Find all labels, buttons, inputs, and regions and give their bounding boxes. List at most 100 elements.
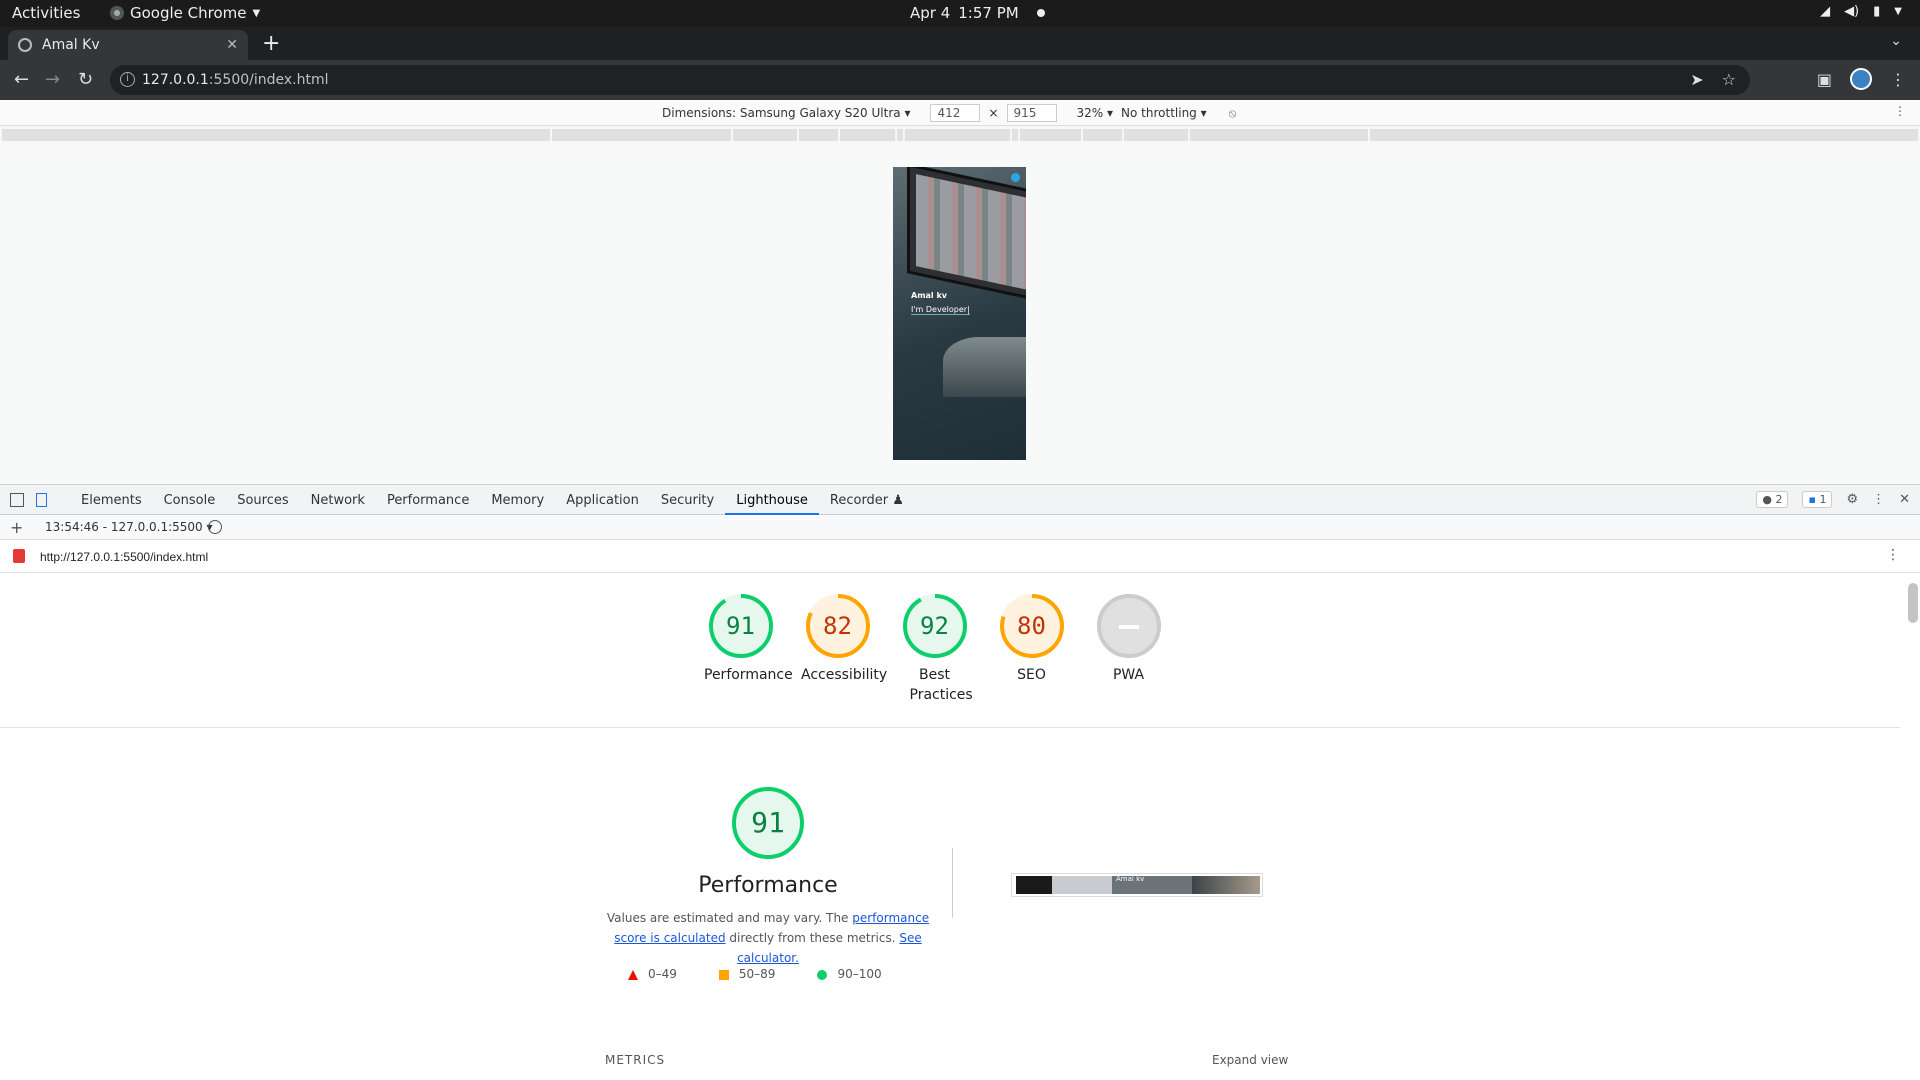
send-icon[interactable]: ➤: [1690, 70, 1703, 89]
score-label: PWA: [1112, 667, 1145, 683]
performance-section: 91 Performance Values are estimated and …: [598, 785, 938, 968]
clear-icon[interactable]: [208, 520, 222, 534]
devtools-tab-sources[interactable]: Sources: [226, 485, 299, 515]
url-path: :5500/index.html: [208, 72, 329, 88]
device-toggle-icon[interactable]: [36, 493, 47, 507]
gauge-accessibility[interactable]: 82 Accessibility: [801, 593, 888, 705]
app-menu[interactable]: Google Chrome ▼: [110, 4, 260, 22]
date: Apr 4: [910, 4, 951, 22]
score-value: 80: [1017, 612, 1046, 640]
devtools-tab-elements[interactable]: Elements: [70, 485, 153, 515]
battery-icon: ▮: [1873, 4, 1881, 19]
app-name: Google Chrome: [130, 4, 247, 22]
device-dimensions-select[interactable]: Dimensions: Samsung Galaxy S20 Ultra ▾: [662, 106, 910, 120]
forward-icon[interactable]: →: [45, 69, 60, 90]
info-icon[interactable]: i: [120, 72, 135, 87]
circle-icon: [817, 969, 828, 980]
devtools-tab-lighthouse[interactable]: Lighthouse: [725, 485, 819, 515]
experiment-icon: ♟: [888, 493, 904, 508]
device-viewport: Amal kv I'm Developer|: [0, 146, 1920, 484]
devtools-tab-performance[interactable]: Performance: [376, 485, 480, 515]
devtools-tab-memory[interactable]: Memory: [480, 485, 555, 515]
reload-icon[interactable]: ↻: [78, 69, 93, 90]
hero-name: Amal kv: [911, 291, 947, 300]
inspect-element-icon[interactable]: [10, 493, 24, 507]
hero-role: I'm Developer|: [911, 305, 970, 315]
score-value: 92: [920, 612, 949, 640]
bookmark-star-icon[interactable]: ☆: [1722, 70, 1736, 89]
performance-gauge: 91: [730, 785, 806, 861]
devtools-tab-console[interactable]: Console: [153, 485, 227, 515]
width-input[interactable]: 412: [930, 104, 981, 122]
side-panel-icon[interactable]: ▣: [1817, 70, 1832, 89]
caret-down-icon: ▼: [252, 7, 261, 19]
system-top-bar: Activities Google Chrome ▼ Apr 4 1:57 PM…: [0, 0, 1920, 27]
performance-title: Performance: [698, 873, 838, 898]
screenshot-thumbnail[interactable]: Amal kv: [1011, 873, 1263, 897]
profile-avatar[interactable]: [1850, 68, 1872, 90]
address-bar[interactable]: i 127.0.0.1:5500/index.html ➤ ☆: [110, 65, 1750, 95]
lighthouse-report: 91 Performance 82 Accessibility 92 Best Pract…: [0, 573, 1920, 1080]
time: 1:57 PM: [958, 4, 1019, 22]
devtools-tab-network[interactable]: Network: [300, 485, 376, 515]
devtools-tab-bar: Elements Console Sources Network Performance…: [0, 484, 1920, 515]
device-options-kebab-icon[interactable]: ⋮: [1894, 104, 1906, 118]
tab-search-icon[interactable]: ⌄: [1890, 33, 1902, 49]
performance-score: 91: [751, 806, 785, 839]
activities-button[interactable]: Activities: [12, 4, 80, 22]
new-tab-button[interactable]: +: [262, 31, 280, 56]
score-value: 82: [823, 612, 852, 640]
close-devtools-icon[interactable]: ✕: [1899, 492, 1910, 507]
hero-image: [907, 167, 1026, 301]
tab-title: Amal Kv: [42, 37, 100, 53]
globe-icon: [18, 38, 32, 52]
lighthouse-toolbar: + 13:54:46 - 127.0.0.1:5500 ▾: [0, 515, 1920, 540]
lighthouse-icon: [13, 549, 25, 563]
score-label: Accessibility: [801, 667, 888, 683]
devtools-kebab-icon[interactable]: ⋮: [1872, 492, 1885, 507]
gauge-best-practices[interactable]: 92 Best Practices: [898, 593, 973, 705]
toolbar: ← → ↻ i 127.0.0.1:5500/index.html ➤ ☆ ▣ …: [0, 60, 1920, 100]
gauge-seo[interactable]: 80 SEO: [995, 593, 1068, 705]
expand-view-button[interactable]: Expand view: [1212, 1053, 1288, 1067]
url-host: 127.0.0.1: [142, 72, 209, 88]
gauge-performance[interactable]: 91 Performance: [704, 593, 793, 705]
gauge-pwa[interactable]: PWA: [1092, 593, 1165, 705]
devtools-tab-security[interactable]: Security: [650, 485, 725, 515]
score-label: Performance: [704, 667, 793, 683]
wifi-icon: ◢: [1820, 4, 1831, 19]
clock[interactable]: Apr 4 1:57 PM: [910, 4, 1045, 22]
square-icon: [718, 969, 729, 980]
report-menu-kebab-icon[interactable]: ⋮: [1886, 547, 1900, 563]
caret-down-icon: ▼: [1894, 6, 1902, 17]
back-icon[interactable]: ←: [14, 69, 29, 90]
browser-tab[interactable]: Amal Kv ✕: [8, 30, 248, 60]
new-report-icon[interactable]: +: [10, 518, 23, 537]
score-label: SEO: [1017, 667, 1046, 683]
menu-badge-icon[interactable]: [1011, 173, 1020, 182]
score-legend: 0–49 50–89 90–100: [628, 967, 882, 981]
devtools-tab-application[interactable]: Application: [555, 485, 650, 515]
rotate-icon[interactable]: ⦸: [1229, 106, 1237, 121]
report-select[interactable]: 13:54:46 - 127.0.0.1:5500 ▾: [45, 520, 213, 534]
zoom-select[interactable]: 32% ▾: [1077, 106, 1114, 120]
device-toolbar: Dimensions: Samsung Galaxy S20 Ultra ▾ 4…: [0, 100, 1920, 126]
system-tray[interactable]: ◢ ◀) ▮ ▼: [1820, 4, 1902, 19]
scrollbar[interactable]: [1908, 583, 1918, 623]
legend-average: 50–89: [718, 967, 775, 981]
pwa-icon: [1118, 625, 1139, 629]
messages-badge[interactable]: ▪ 1: [1802, 491, 1833, 508]
menu-kebab-icon[interactable]: ⋮: [1890, 70, 1906, 89]
height-input[interactable]: 915: [1006, 104, 1057, 122]
legend-fail: 0–49: [628, 967, 677, 981]
devtools-tab-recorder[interactable]: Recorder ♟: [819, 485, 915, 515]
close-tab-icon[interactable]: ✕: [226, 37, 238, 53]
performance-description: Values are estimated and may vary. The p…: [606, 911, 930, 965]
errors-badge[interactable]: ● 2: [1756, 491, 1789, 508]
throttling-select[interactable]: No throttling ▾: [1121, 106, 1207, 120]
triangle-icon: [628, 969, 638, 980]
metrics-heading: METRICS: [605, 1053, 666, 1067]
settings-gear-icon[interactable]: ⚙: [1846, 492, 1858, 507]
media-query-bar[interactable]: [0, 126, 1920, 146]
page-preview[interactable]: Amal kv I'm Developer|: [893, 167, 1026, 460]
